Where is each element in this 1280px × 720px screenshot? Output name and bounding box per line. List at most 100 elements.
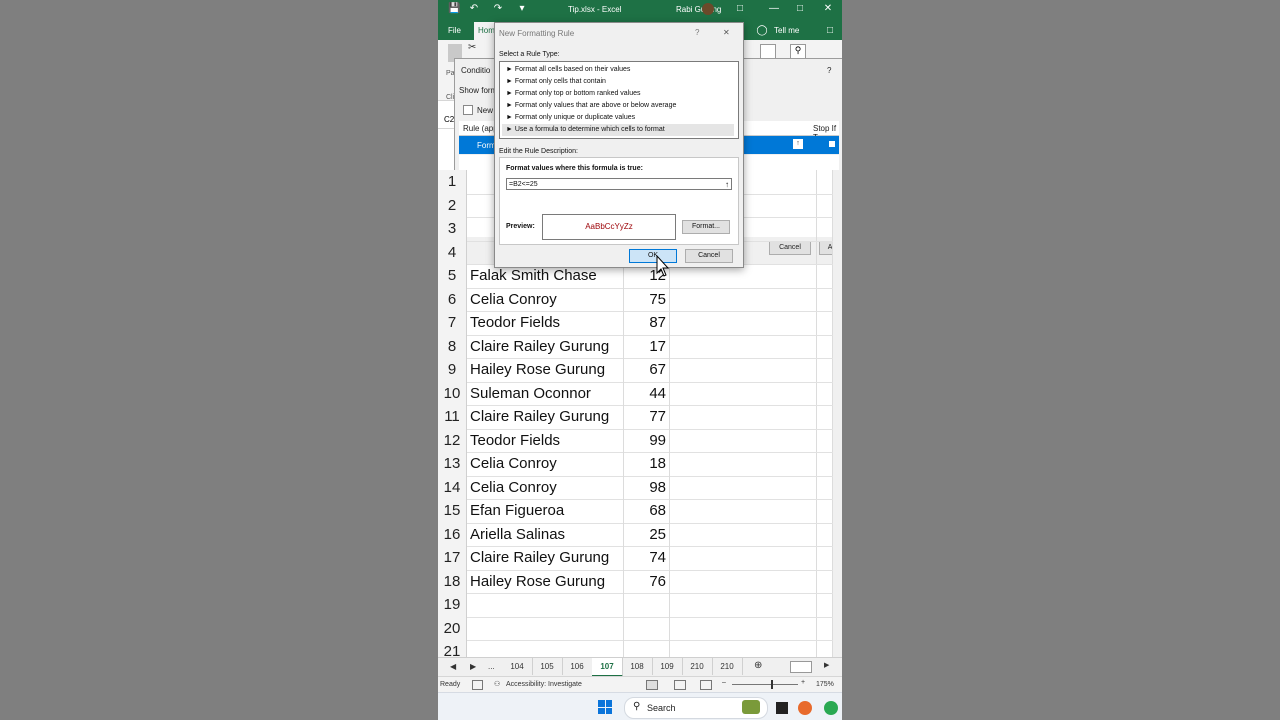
- row-header[interactable]: 5: [438, 264, 467, 288]
- row-header[interactable]: 4: [438, 240, 467, 264]
- dialog-close-button[interactable]: ✕: [723, 28, 730, 37]
- cell-name[interactable]: Claire Railey Gurung: [467, 546, 624, 570]
- sheet-tab[interactable]: 107: [592, 658, 623, 677]
- redo-icon[interactable]: ↷: [492, 3, 504, 15]
- new-rule-icon[interactable]: [463, 105, 473, 115]
- cell-value[interactable]: 74: [624, 546, 670, 570]
- cell-name[interactable]: Efan Figueroa: [467, 499, 624, 523]
- macro-icon[interactable]: [472, 680, 483, 690]
- sheet-tab[interactable]: 104: [502, 658, 533, 675]
- sheet-tab[interactable]: 210: [712, 658, 743, 675]
- row-header[interactable]: 9: [438, 358, 467, 382]
- rule-type-item[interactable]: ► Use a formula to determine which cells…: [502, 124, 734, 136]
- comments-icon[interactable]: □: [824, 25, 836, 37]
- cancel-button[interactable]: Cancel: [685, 249, 733, 263]
- sheet-tab[interactable]: 109: [652, 658, 683, 675]
- cell-value[interactable]: 99: [624, 428, 670, 452]
- cell-value[interactable]: 44: [624, 381, 670, 405]
- range-picker-icon[interactable]: ↑: [793, 139, 803, 149]
- format-button[interactable]: Format...: [682, 220, 730, 234]
- app-icon[interactable]: [776, 702, 788, 714]
- tab-tell-me[interactable]: Tell me: [774, 26, 799, 35]
- cell-value[interactable]: 75: [624, 287, 670, 311]
- maximize-icon[interactable]: □: [794, 3, 806, 15]
- browser-icon[interactable]: [824, 701, 838, 715]
- cell-value[interactable]: 18: [624, 452, 670, 476]
- minimize-icon[interactable]: —: [768, 3, 780, 15]
- range-picker-icon[interactable]: ↑: [725, 179, 729, 191]
- stop-if-true-checkbox[interactable]: [829, 141, 835, 147]
- sheet-tab[interactable]: 106: [562, 658, 593, 675]
- save-icon[interactable]: 💾: [448, 3, 460, 15]
- undo-icon[interactable]: ↶: [468, 3, 480, 15]
- normal-view-icon[interactable]: [646, 680, 658, 690]
- cell-value[interactable]: [624, 593, 670, 617]
- ribbon-display-icon[interactable]: □: [734, 3, 746, 15]
- sheet-tab[interactable]: 108: [622, 658, 653, 675]
- cell-name[interactable]: Teodor Fields: [467, 311, 624, 335]
- cell-name[interactable]: Claire Railey Gurung: [467, 405, 624, 429]
- row-header[interactable]: 20: [438, 616, 467, 640]
- sheet-tab[interactable]: 210: [682, 658, 713, 675]
- zoom-level[interactable]: 175%: [816, 681, 834, 688]
- cell-name[interactable]: Hailey Rose Gurung: [467, 569, 624, 593]
- cell-value[interactable]: 87: [624, 311, 670, 335]
- rule-type-item[interactable]: ► Format all cells based on their values: [502, 64, 734, 76]
- row-header[interactable]: 15: [438, 499, 467, 523]
- widgets-icon[interactable]: [742, 700, 760, 714]
- row-header[interactable]: 16: [438, 522, 467, 546]
- rule-type-item[interactable]: ► Format only unique or duplicate values: [502, 112, 734, 124]
- close-icon[interactable]: ✕: [822, 3, 834, 15]
- cell-value[interactable]: [624, 616, 670, 640]
- cell-value[interactable]: 67: [624, 358, 670, 382]
- formula-input[interactable]: =B2<=25 ↑: [506, 178, 732, 190]
- cell-name[interactable]: Ariella Salinas: [467, 522, 624, 546]
- cell-name[interactable]: Hailey Rose Gurung: [467, 358, 624, 382]
- cell-name[interactable]: [467, 616, 624, 640]
- cell-value[interactable]: 77: [624, 405, 670, 429]
- row-header[interactable]: 14: [438, 475, 467, 499]
- zoom-slider[interactable]: [732, 684, 798, 685]
- row-header[interactable]: 11: [438, 405, 467, 429]
- row-header[interactable]: 10: [438, 381, 467, 405]
- cell-value[interactable]: 25: [624, 522, 670, 546]
- vertical-scrollbar[interactable]: [832, 170, 842, 657]
- more-sheets[interactable]: ...: [488, 662, 495, 671]
- cell-name[interactable]: [467, 593, 624, 617]
- prev-sheet-icon[interactable]: ◀: [450, 662, 456, 671]
- horizontal-scrollbar[interactable]: [790, 661, 812, 673]
- row-header[interactable]: 18: [438, 569, 467, 593]
- cell-name[interactable]: Celia Conroy: [467, 475, 624, 499]
- dialog-help-button[interactable]: ?: [695, 28, 699, 37]
- row-header[interactable]: 12: [438, 428, 467, 452]
- cell-name[interactable]: Suleman Oconnor: [467, 381, 624, 405]
- firefox-icon[interactable]: [798, 701, 812, 715]
- avatar[interactable]: [702, 3, 714, 15]
- cell-value[interactable]: 98: [624, 475, 670, 499]
- cell-value[interactable]: 68: [624, 499, 670, 523]
- cell-value[interactable]: 17: [624, 334, 670, 358]
- accessibility-status[interactable]: Accessibility: Investigate: [506, 681, 582, 688]
- cf-manager-help[interactable]: ?: [827, 66, 831, 75]
- cell-value[interactable]: 76: [624, 569, 670, 593]
- page-layout-icon[interactable]: [674, 680, 686, 690]
- new-rule-button[interactable]: New: [477, 106, 493, 115]
- row-header[interactable]: 19: [438, 593, 467, 617]
- zoom-out-icon[interactable]: –: [722, 679, 726, 686]
- row-header[interactable]: 3: [438, 217, 467, 241]
- rule-type-item[interactable]: ► Format only values that are above or b…: [502, 100, 734, 112]
- rule-type-item[interactable]: ► Format only top or bottom ranked value…: [502, 88, 734, 100]
- cell-name[interactable]: Celia Conroy: [467, 452, 624, 476]
- row-header[interactable]: 6: [438, 287, 467, 311]
- zoom-in-icon[interactable]: +: [801, 679, 805, 686]
- row-header[interactable]: 7: [438, 311, 467, 335]
- row-header[interactable]: 1: [438, 170, 467, 194]
- row-header[interactable]: 8: [438, 334, 467, 358]
- cell-name[interactable]: Celia Conroy: [467, 287, 624, 311]
- rule-type-item[interactable]: ► Format only cells that contain: [502, 76, 734, 88]
- cell-name[interactable]: Claire Railey Gurung: [467, 334, 624, 358]
- row-header[interactable]: 13: [438, 452, 467, 476]
- add-sheet-icon[interactable]: ⊕: [754, 660, 762, 671]
- customize-icon[interactable]: ▾: [516, 3, 528, 15]
- sheet-tab[interactable]: 105: [532, 658, 563, 675]
